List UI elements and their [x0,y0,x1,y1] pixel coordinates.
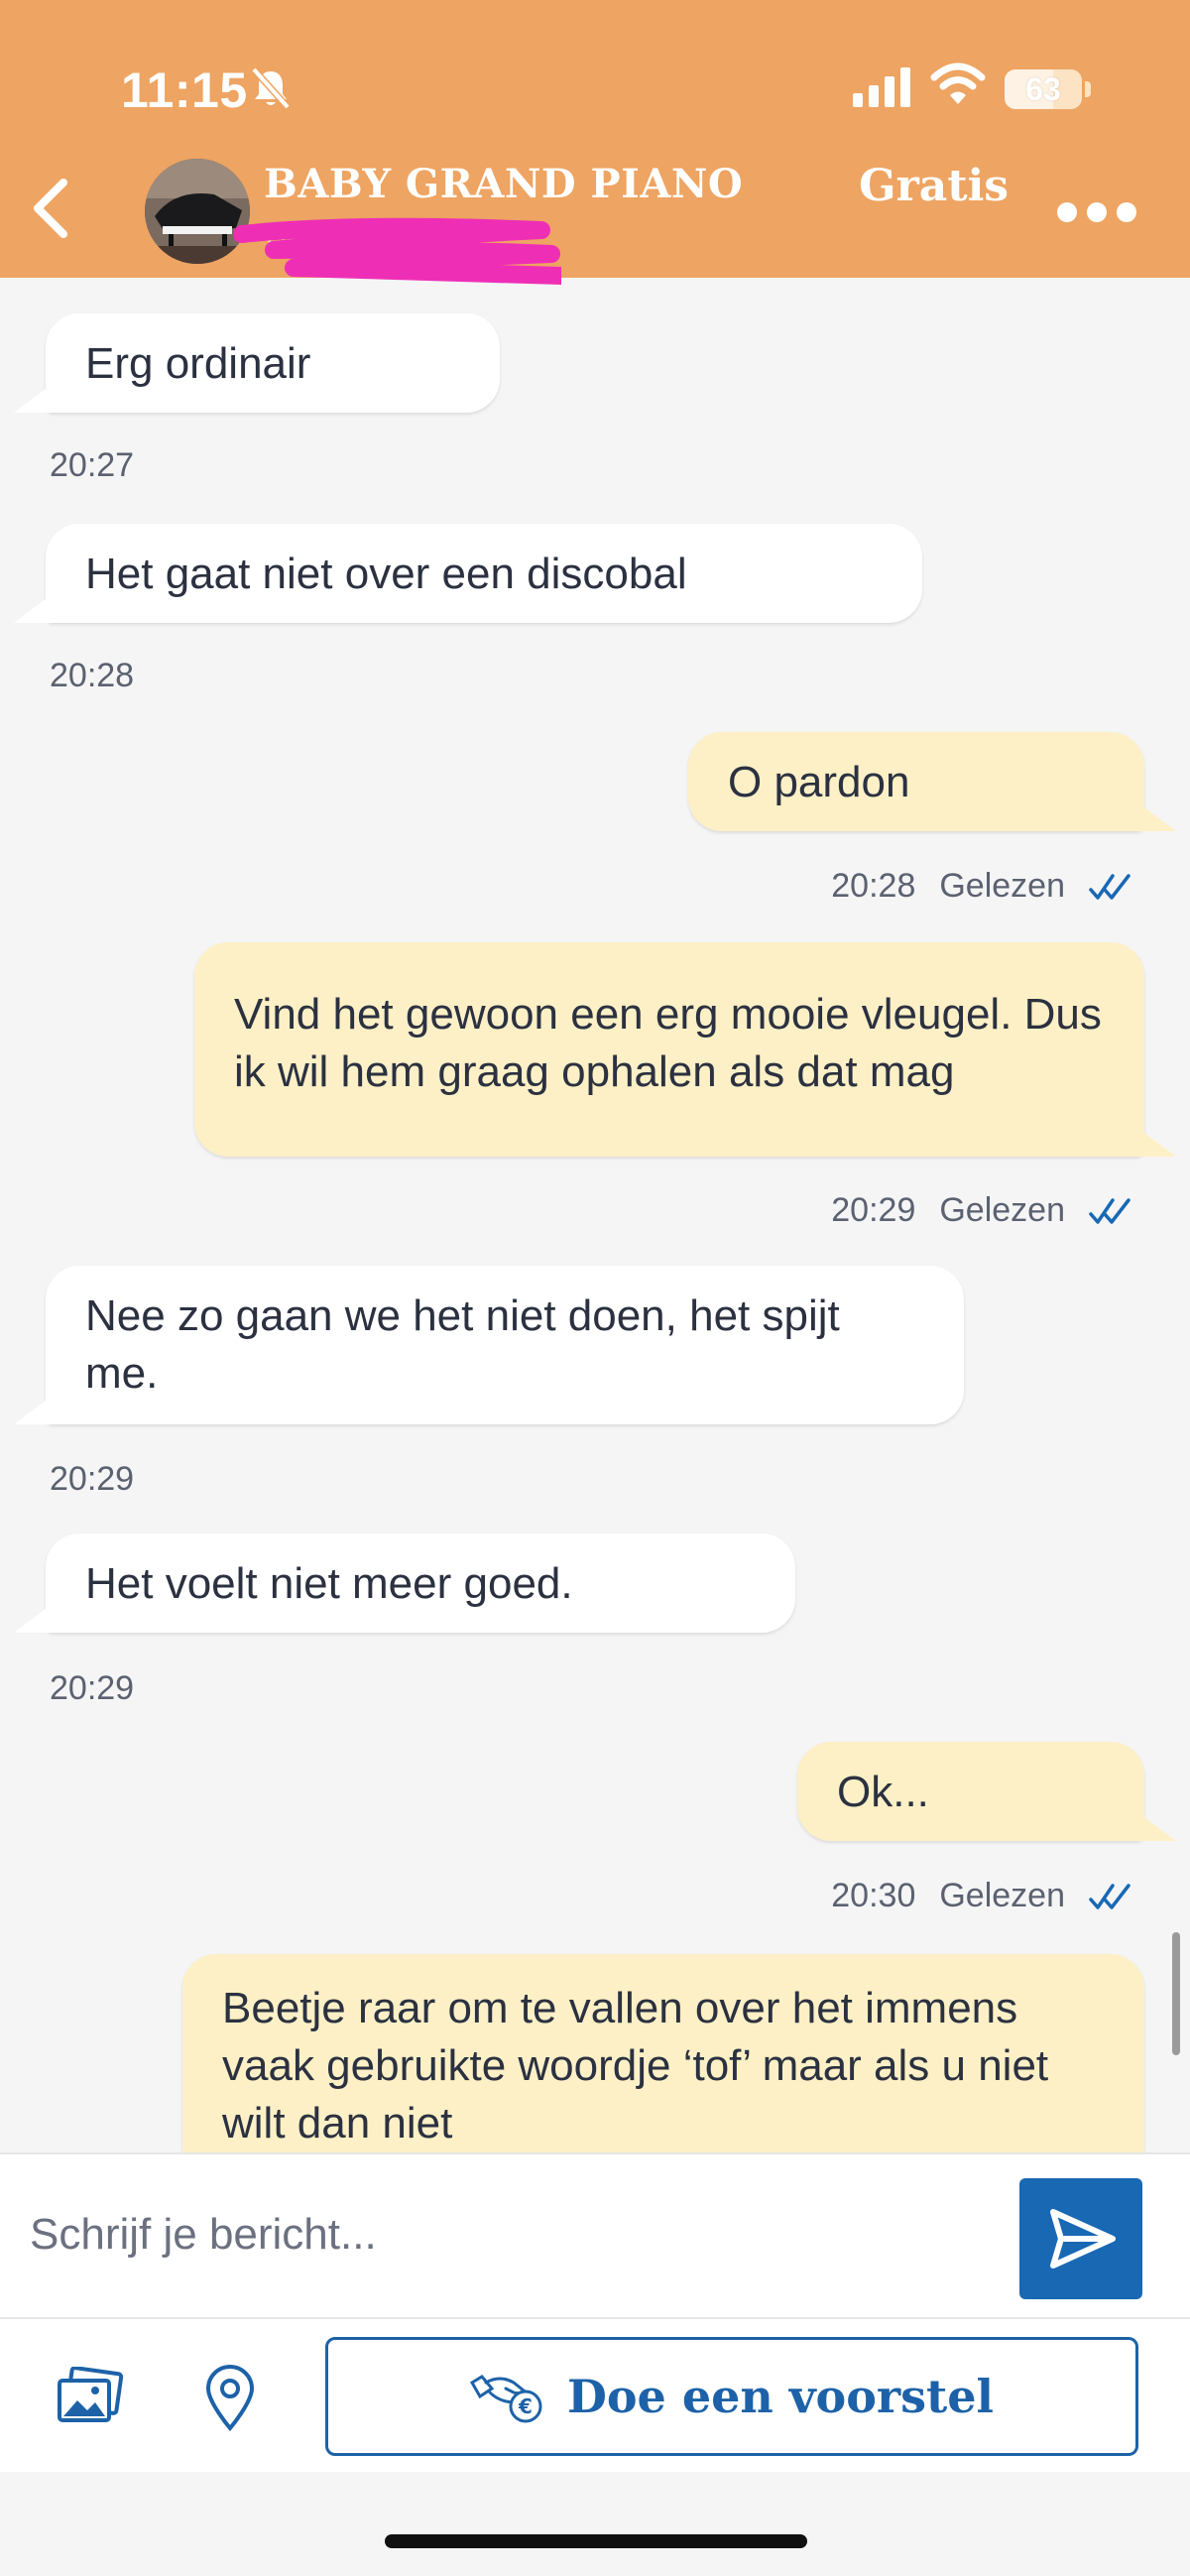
status-time: 11:15 [121,62,248,118]
double-check-icon [1089,873,1130,900]
outgoing-message[interactable]: Ok... [797,1742,1144,1841]
signal-icon [853,67,910,107]
message-text: Beetje raar om te vallen over het immens… [222,1984,1049,2147]
listing-price: Gratis [859,161,1010,211]
make-offer-label: Doe een voorstel [566,2370,995,2423]
message-composer [0,2152,1190,2319]
bell-off-icon [251,66,291,110]
wifi-icon [930,62,986,104]
message-time: 20:27 [50,446,135,484]
message-time: 20:29 [50,1669,135,1707]
read-status: Gelezen [939,1191,1065,1229]
location-pin-icon[interactable] [202,2363,258,2432]
send-icon [1050,2209,1116,2269]
offer-hand-euro-icon: € [469,2375,542,2423]
message-time: 20:30 [831,1877,916,1914]
home-area [0,2472,1190,2576]
message-text: Ok... [837,1768,929,1816]
message-time: 20:28 [50,657,135,694]
composer-toolbar: € Doe een voorstel [0,2317,1190,2474]
make-offer-button[interactable]: € Doe een voorstel [325,2337,1138,2456]
message-text: Erg ordinair [85,339,311,388]
incoming-message[interactable]: Erg ordinair [46,313,500,413]
back-chevron-icon[interactable] [20,169,79,248]
incoming-message[interactable]: Nee zo gaan we het niet doen, het spijt … [46,1266,964,1424]
more-dots-icon[interactable] [1051,188,1140,238]
message-meta: 20:28 Gelezen [831,867,1132,906]
incoming-message[interactable]: Het voelt niet meer goed. [46,1533,795,1633]
read-status: Gelezen [939,1877,1065,1914]
chat-scrollbar[interactable] [1172,1932,1180,2055]
message-time: 20:28 [831,867,916,905]
double-check-icon [1089,1197,1130,1224]
incoming-message[interactable]: Het gaat niet over een discobal [46,524,922,623]
message-text: Vind het gewoon een erg mooie vleugel. D… [234,990,1102,1096]
message-time: 20:29 [831,1191,916,1229]
message-time: 20:29 [50,1460,135,1498]
message-input[interactable] [28,2184,1004,2285]
message-text: Nee zo gaan we het niet doen, het spijt … [85,1291,840,1398]
message-text: Het gaat niet over een discobal [85,550,687,598]
message-text: Het voelt niet meer goed. [85,1559,573,1608]
message-meta: 20:30 Gelezen [831,1877,1132,1915]
read-status: Gelezen [939,867,1065,905]
chat-header: 11:15 63 BABY GRAND PIANO Ho Gratis [0,0,1190,285]
listing-title[interactable]: BABY GRAND PIANO [264,161,743,207]
outgoing-message[interactable]: Vind het gewoon een erg mooie vleugel. D… [194,942,1144,1157]
battery-cap [1085,81,1091,97]
send-button[interactable] [1019,2178,1142,2299]
outgoing-message[interactable]: O pardon [688,732,1144,831]
battery-indicator: 63 [1005,69,1082,109]
home-indicator[interactable] [385,2534,807,2548]
outgoing-message[interactable]: Beetje raar om te vallen over het immens… [182,1954,1144,2152]
message-list[interactable]: Erg ordinair 20:27 Het gaat niet over ee… [0,278,1190,2152]
image-gallery-icon[interactable] [56,2367,125,2426]
svg-text:€: € [518,2394,533,2418]
double-check-icon [1089,1883,1130,1909]
message-text: O pardon [728,758,910,806]
battery-percentage: 63 [1025,71,1061,107]
message-meta: 20:29 Gelezen [831,1191,1132,1230]
